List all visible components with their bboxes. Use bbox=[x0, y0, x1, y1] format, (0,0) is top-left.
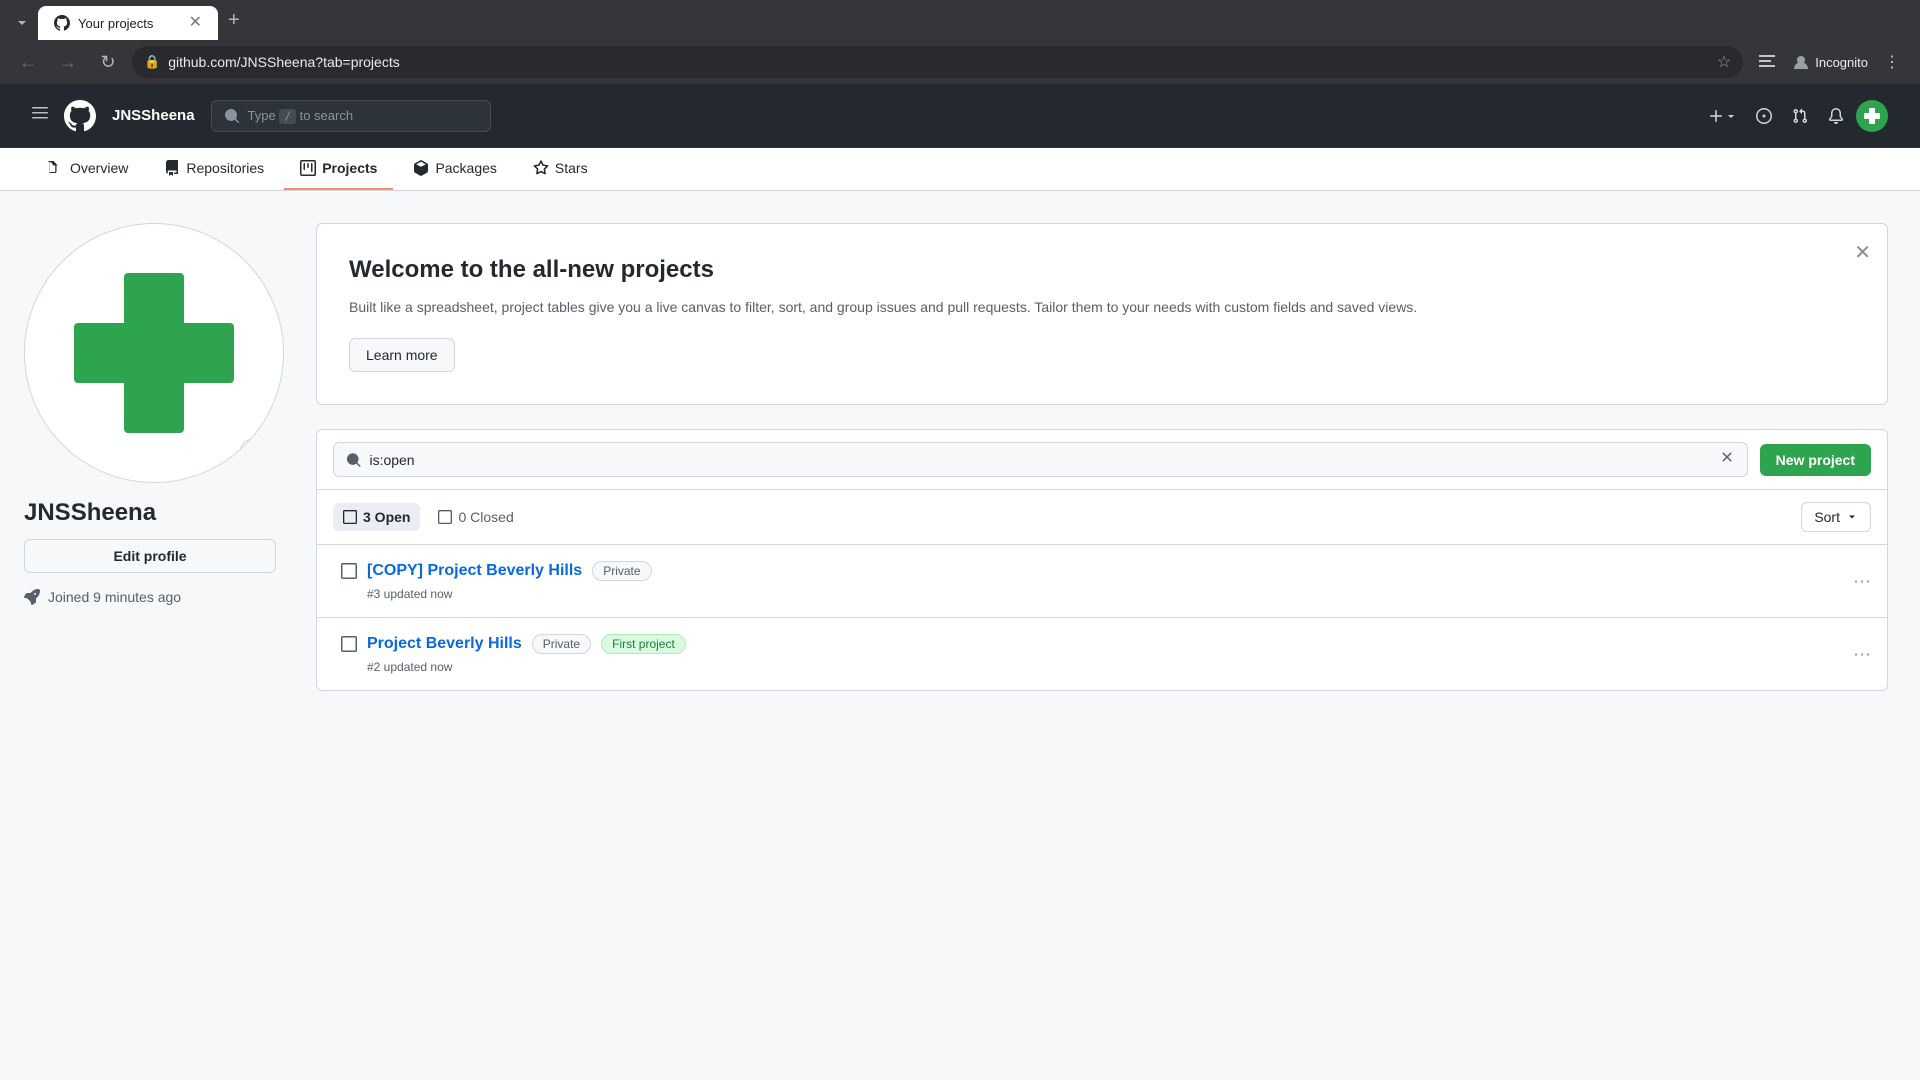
browser-toolbar: ← → ↻ 🔒 github.com/JNSSheena?tab=project… bbox=[0, 40, 1920, 84]
github-logo[interactable] bbox=[64, 100, 96, 132]
back-btn[interactable]: ← bbox=[12, 46, 44, 78]
project-name-1[interactable]: [COPY] Project Beverly Hills bbox=[367, 562, 582, 580]
tab-favicon-icon bbox=[54, 15, 70, 31]
projects-tabs: 3 Open 0 Closed Sort bbox=[317, 490, 1887, 545]
table-icon-closed bbox=[438, 510, 452, 524]
profile-btn[interactable] bbox=[1751, 46, 1783, 78]
edit-profile-btn[interactable]: Edit profile bbox=[24, 539, 276, 573]
table-icon-open bbox=[343, 510, 357, 524]
open-count-label: 3 Open bbox=[363, 509, 410, 525]
nav-projects-label: Projects bbox=[322, 160, 377, 176]
sort-label: Sort bbox=[1814, 509, 1840, 525]
project-item-1: [COPY] Project Beverly Hills Private #3 … bbox=[317, 545, 1887, 618]
chevron-down-icon bbox=[1846, 511, 1858, 523]
active-tab[interactable]: Your projects ✕ bbox=[38, 6, 218, 40]
project-badge-2: Private bbox=[532, 634, 591, 654]
nav-repositories-label: Repositories bbox=[186, 160, 264, 176]
sidebar: 🙂 JNSSheena Edit profile Joined 9 minute… bbox=[0, 191, 300, 1080]
projects-search-input-wrapper[interactable] bbox=[333, 442, 1748, 477]
first-project-label: First project bbox=[601, 634, 686, 654]
github-header: JNSSheena Type / to search bbox=[0, 84, 1920, 148]
lock-icon: 🔒 bbox=[144, 54, 160, 70]
project-item-2: Project Beverly Hills Private First proj… bbox=[317, 618, 1887, 690]
project-meta-1: #3 updated now bbox=[367, 587, 1863, 601]
incognito-badge: Incognito bbox=[1791, 52, 1868, 72]
cross-vertical bbox=[124, 273, 184, 433]
welcome-title: Welcome to the all-new projects bbox=[349, 256, 1855, 284]
clear-search-btn[interactable] bbox=[1719, 449, 1735, 470]
header-actions bbox=[1700, 100, 1888, 132]
closed-count-label: 0 Closed bbox=[458, 509, 513, 525]
github-nav: Overview Repositories Projects Packages … bbox=[0, 148, 1920, 191]
banner-close-btn[interactable]: ✕ bbox=[1854, 240, 1871, 265]
tab-close-btn[interactable]: ✕ bbox=[189, 15, 202, 31]
closed-projects-tab[interactable]: 0 Closed bbox=[428, 503, 523, 531]
project-item-header-2: Project Beverly Hills Private First proj… bbox=[341, 634, 1863, 654]
nav-item-stars[interactable]: Stars bbox=[517, 148, 604, 190]
welcome-banner: ✕ Welcome to the all-new projects Built … bbox=[316, 223, 1888, 405]
learn-more-btn[interactable]: Learn more bbox=[349, 338, 455, 372]
bookmark-btn[interactable]: ☆ bbox=[1717, 52, 1731, 72]
nav-overview-label: Overview bbox=[70, 160, 128, 176]
project-item-header-1: [COPY] Project Beverly Hills Private bbox=[341, 561, 1863, 581]
forward-btn[interactable]: → bbox=[52, 46, 84, 78]
new-tab-btn[interactable]: + bbox=[220, 5, 248, 36]
sort-btn[interactable]: Sort bbox=[1801, 502, 1871, 532]
incognito-label: Incognito bbox=[1815, 55, 1868, 70]
joined-info: Joined 9 minutes ago bbox=[24, 589, 276, 605]
nav-item-overview[interactable]: Overview bbox=[32, 148, 144, 190]
open-projects-tab[interactable]: 3 Open bbox=[333, 503, 420, 531]
project-table-icon-2 bbox=[341, 636, 357, 652]
avatar-cross-graphic bbox=[74, 273, 234, 433]
github-page: JNSSheena Type / to search bbox=[0, 84, 1920, 1080]
projects-content: ✕ Welcome to the all-new projects Built … bbox=[300, 191, 1920, 1080]
nav-item-repositories[interactable]: Repositories bbox=[148, 148, 280, 190]
create-new-btn[interactable] bbox=[1700, 104, 1744, 128]
tab-group: 3 Open 0 Closed bbox=[333, 503, 524, 531]
joined-label: Joined 9 minutes ago bbox=[48, 589, 181, 605]
browser-window: Your projects ✕ + ← → ↻ 🔒 github.com/JNS… bbox=[0, 0, 1920, 1080]
project-name-2[interactable]: Project Beverly Hills bbox=[367, 635, 522, 653]
browser-right-icons: Incognito ⋮ bbox=[1751, 46, 1908, 78]
search-placeholder: Type / to search bbox=[248, 108, 478, 123]
tab-title: Your projects bbox=[78, 16, 153, 31]
issues-btn[interactable] bbox=[1748, 100, 1780, 132]
tab-overflow-btn[interactable] bbox=[8, 13, 36, 36]
new-project-btn[interactable]: New project bbox=[1760, 444, 1871, 476]
project-table-icon-1 bbox=[341, 563, 357, 579]
projects-section: New project 3 Open 0 Closed bbox=[316, 429, 1888, 691]
search-bar[interactable]: Type / to search bbox=[211, 100, 491, 132]
notifications-btn[interactable] bbox=[1820, 100, 1852, 132]
projects-search-bar: New project bbox=[317, 430, 1887, 490]
reload-btn[interactable]: ↻ bbox=[92, 46, 124, 78]
user-avatar[interactable] bbox=[1856, 100, 1888, 132]
emoji-picker-btn[interactable]: 🙂 bbox=[239, 438, 271, 470]
nav-packages-label: Packages bbox=[435, 160, 496, 176]
sidebar-username: JNSSheena bbox=[24, 499, 276, 527]
url-text: github.com/JNSSheena?tab=projects bbox=[168, 54, 1709, 70]
hamburger-menu-btn[interactable] bbox=[32, 105, 48, 126]
welcome-description: Built like a spreadsheet, project tables… bbox=[349, 296, 1855, 318]
rocket-icon bbox=[24, 589, 40, 605]
nav-stars-label: Stars bbox=[555, 160, 588, 176]
search-icon bbox=[346, 452, 361, 468]
address-bar[interactable]: 🔒 github.com/JNSSheena?tab=projects ☆ bbox=[132, 46, 1743, 78]
projects-search-field[interactable] bbox=[369, 452, 1710, 468]
profile-avatar-large: 🙂 bbox=[24, 223, 284, 483]
pull-requests-btn[interactable] bbox=[1784, 100, 1816, 132]
main-content: 🙂 JNSSheena Edit profile Joined 9 minute… bbox=[0, 191, 1920, 1080]
browser-tab-bar: Your projects ✕ + bbox=[0, 0, 1920, 40]
project-more-btn-1[interactable]: ··· bbox=[1853, 571, 1871, 592]
browser-menu-btn[interactable]: ⋮ bbox=[1876, 46, 1908, 78]
project-meta-2: #2 updated now bbox=[367, 660, 1863, 674]
nav-item-packages[interactable]: Packages bbox=[397, 148, 512, 190]
nav-item-projects[interactable]: Projects bbox=[284, 148, 393, 190]
header-username[interactable]: JNSSheena bbox=[112, 107, 195, 124]
project-more-btn-2[interactable]: ··· bbox=[1853, 644, 1871, 665]
project-badge-1: Private bbox=[592, 561, 651, 581]
